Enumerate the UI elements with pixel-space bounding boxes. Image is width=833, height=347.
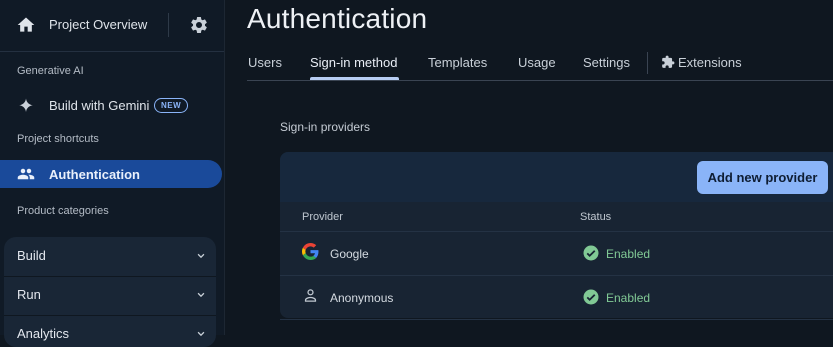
section-title-sign-in-providers: Sign-in providers — [280, 120, 371, 134]
status-badge: Enabled — [606, 247, 651, 261]
table-row[interactable]: Anonymous Enabled — [280, 276, 833, 320]
category-group: Build Run Analytics — [4, 237, 216, 347]
providers-card: Add new provider Provider Status Google … — [280, 152, 833, 320]
category-label: Analytics — [17, 326, 70, 341]
check-circle-icon — [583, 245, 599, 261]
status-badge: Enabled — [606, 291, 651, 305]
section-label-generative-ai: Generative AI — [17, 65, 84, 77]
sidebar-item-build-with-gemini[interactable]: Build with Gemini NEW — [0, 92, 224, 120]
table-row[interactable]: Google Enabled — [280, 232, 833, 276]
tab-bar: Users Sign-in method Templates Usage Set… — [247, 52, 833, 81]
tab-divider — [647, 52, 648, 74]
column-header-provider: Provider — [302, 211, 343, 223]
sidebar-item-authentication[interactable]: Authentication — [0, 160, 222, 188]
category-build[interactable]: Build — [4, 237, 216, 277]
tab-users[interactable]: Users — [248, 55, 282, 70]
check-circle-icon — [583, 289, 599, 305]
tab-settings[interactable]: Settings — [583, 55, 630, 70]
project-overview-link[interactable]: Project Overview — [49, 17, 147, 32]
google-icon — [302, 243, 319, 260]
provider-name: Google — [330, 247, 369, 261]
sidebar: Project Overview Generative AI Build wit… — [0, 0, 225, 347]
add-new-provider-button[interactable]: Add new provider — [697, 161, 828, 194]
card-toolbar: Add new provider — [280, 152, 833, 202]
page-title: Authentication — [247, 3, 428, 34]
home-icon[interactable] — [16, 15, 36, 35]
section-label-product-categories: Product categories — [17, 205, 109, 217]
column-header-status: Status — [580, 211, 612, 223]
tab-sign-in-method[interactable]: Sign-in method — [310, 55, 397, 70]
chevron-down-icon — [197, 331, 205, 337]
tab-usage[interactable]: Usage — [518, 55, 556, 70]
tab-templates[interactable]: Templates — [428, 55, 487, 70]
provider-name: Anonymous — [330, 291, 394, 305]
person-icon — [304, 289, 317, 302]
gear-icon[interactable] — [189, 15, 209, 35]
category-label: Build — [17, 248, 46, 263]
project-header: Project Overview — [0, 0, 224, 52]
extension-icon — [662, 55, 675, 68]
active-tab-indicator — [310, 77, 399, 80]
category-label: Run — [17, 287, 41, 302]
chevron-down-icon — [197, 253, 205, 259]
people-icon — [17, 168, 35, 180]
sparkle-icon — [19, 98, 33, 112]
sidebar-item-label: Authentication — [49, 167, 140, 182]
sidebar-item-label: Build with Gemini — [49, 98, 150, 113]
chevron-down-icon — [197, 292, 205, 298]
section-label-project-shortcuts: Project shortcuts — [17, 133, 99, 145]
header-divider — [168, 13, 169, 37]
category-run[interactable]: Run — [4, 276, 216, 316]
new-badge: NEW — [154, 98, 189, 113]
table-header: Provider Status — [280, 202, 833, 232]
category-analytics[interactable]: Analytics — [4, 315, 216, 347]
tab-extensions[interactable]: Extensions — [678, 55, 742, 70]
